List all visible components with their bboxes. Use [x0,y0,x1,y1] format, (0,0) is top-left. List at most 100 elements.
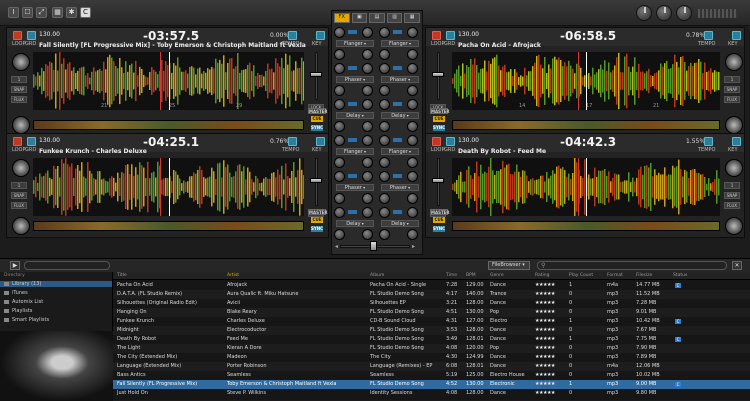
crossfader-right-icon[interactable]: ▸ [412,243,415,250]
headphone-volume-knob[interactable] [656,5,672,21]
track-overview-bar[interactable] [452,120,720,130]
sync-bottom-button[interactable]: SYNC [433,226,445,232]
fx-knob[interactable] [362,99,373,110]
sync-button[interactable] [288,137,297,146]
snap-button[interactable]: SNAP [11,86,27,93]
mixer-tab-3[interactable]: ▤ [369,13,385,23]
jog-wheel[interactable] [12,159,30,177]
col-genre[interactable]: Genre [490,273,504,278]
table-row[interactable]: Language (Extended Mix) Porter Robinson La… [113,362,750,371]
toolbar-button-2[interactable]: ☐ [22,7,33,18]
fx-select[interactable]: Flanger [336,40,374,47]
fx-select[interactable]: Phaser [381,184,419,191]
headphone-mix-knob[interactable] [676,5,692,21]
fx-knob[interactable] [334,207,345,218]
key-button[interactable] [732,137,741,146]
fx-on-button[interactable] [393,30,402,34]
sidebar-item-automix[interactable]: Automix List [4,299,43,305]
fx-knob[interactable] [407,63,418,74]
deck-view-button[interactable] [27,31,36,40]
fx-param-knob[interactable] [407,85,418,96]
browser-search-input[interactable]: ⚲ [537,261,727,270]
fx-on-button[interactable] [393,102,402,106]
sidebar-item-playlists[interactable]: Playlists [4,308,32,314]
flux-button[interactable]: FLUX [11,96,27,103]
sidebar-item-itunes[interactable]: iTunes [4,290,28,296]
fx-param-knob[interactable] [334,157,345,168]
fx-param-knob[interactable] [407,49,418,60]
sidebar-item-library[interactable]: Library (13) [0,281,112,287]
fx-param-knob[interactable] [362,121,373,132]
jog-wheel[interactable] [725,159,743,177]
record-button[interactable] [432,137,441,146]
fx-knob[interactable] [379,99,390,110]
cue-button[interactable]: CUE [433,217,445,223]
col-playcount[interactable]: Play Count [569,273,593,278]
fx-param-knob[interactable] [407,157,418,168]
fx-select[interactable]: Phaser [381,76,419,83]
loop-size-button[interactable]: 1 [11,76,27,83]
track-overview-bar[interactable] [33,120,304,130]
table-row[interactable]: The Light Kieran A Dore FL Studio Demo Son… [113,344,750,353]
table-row[interactable]: Funkee Krunch Charles Deluxe CD-B Sound Cl… [113,317,750,326]
fx-param-knob[interactable] [362,193,373,204]
master-button[interactable]: MASTER [430,108,450,114]
master-button[interactable]: MASTER [308,209,328,215]
col-album[interactable]: Album [370,273,384,278]
fx-select[interactable]: Flanger [336,148,374,155]
cue-button[interactable]: CUE [311,217,323,223]
fx-knob[interactable] [379,207,390,218]
cue-button[interactable]: CUE [433,116,445,122]
snap-button[interactable]: SNAP [724,192,740,199]
col-artist[interactable]: Artist [227,273,239,278]
fx-param-knob[interactable] [379,229,390,240]
flux-button[interactable]: FLUX [724,202,740,209]
sync-button[interactable] [288,31,297,40]
sidebar-item-smart-playlists[interactable]: Smart Playlists [4,317,49,323]
fx-param-knob[interactable] [407,193,418,204]
fx-on-button[interactable] [393,138,402,142]
table-row[interactable]: Death By Robot Feed Me FL Studio Demo Song… [113,335,750,344]
fx-knob[interactable] [407,207,418,218]
jog-wheel[interactable] [725,53,743,71]
mixer-tab-5[interactable]: ▦ [404,13,420,23]
cue-button[interactable]: CUE [311,116,323,122]
fx-param-knob[interactable] [407,121,418,132]
fx-knob[interactable] [362,207,373,218]
col-time[interactable]: Time [446,273,457,278]
browser-mode-select[interactable]: FileBrowser ▾ [488,261,530,270]
close-search-icon[interactable]: ✕ [732,261,742,270]
waveform-display[interactable] [33,158,304,216]
record-button[interactable] [13,137,22,146]
fx-on-button[interactable] [348,66,357,70]
flux-button[interactable]: FLUX [11,202,27,209]
fx-param-knob[interactable] [362,229,373,240]
fx-param-knob[interactable] [407,229,418,240]
fx-param-knob[interactable] [334,85,345,96]
fx-on-button[interactable] [348,102,357,106]
fx-select[interactable]: Delay [336,220,374,227]
fx-knob[interactable] [334,171,345,182]
track-overview-bar[interactable] [452,221,720,231]
waveform-display[interactable]: 14 17 21 [452,52,720,110]
crossfader-knob[interactable] [370,241,377,251]
fx-knob[interactable] [379,171,390,182]
fx-on-button[interactable] [348,174,357,178]
fx-knob[interactable] [362,27,373,38]
fx-knob[interactable] [334,63,345,74]
fx-knob[interactable] [407,135,418,146]
fx-select[interactable]: Delay [336,112,374,119]
waveform-display[interactable] [452,158,720,216]
loop-size-button[interactable]: 1 [724,76,740,83]
fx-select[interactable]: Flanger [381,148,419,155]
fx-param-knob[interactable] [379,85,390,96]
fx-param-knob[interactable] [334,121,345,132]
master-volume-knob[interactable] [636,5,652,21]
record-button[interactable] [13,31,22,40]
platter-icon[interactable] [12,116,30,134]
fx-param-knob[interactable] [379,193,390,204]
mixer-tab-fx[interactable]: FX [334,13,350,23]
settings-icon[interactable]: ✱ [66,7,77,18]
jog-wheel[interactable] [12,53,30,71]
sidebar-search-input[interactable] [24,261,110,270]
